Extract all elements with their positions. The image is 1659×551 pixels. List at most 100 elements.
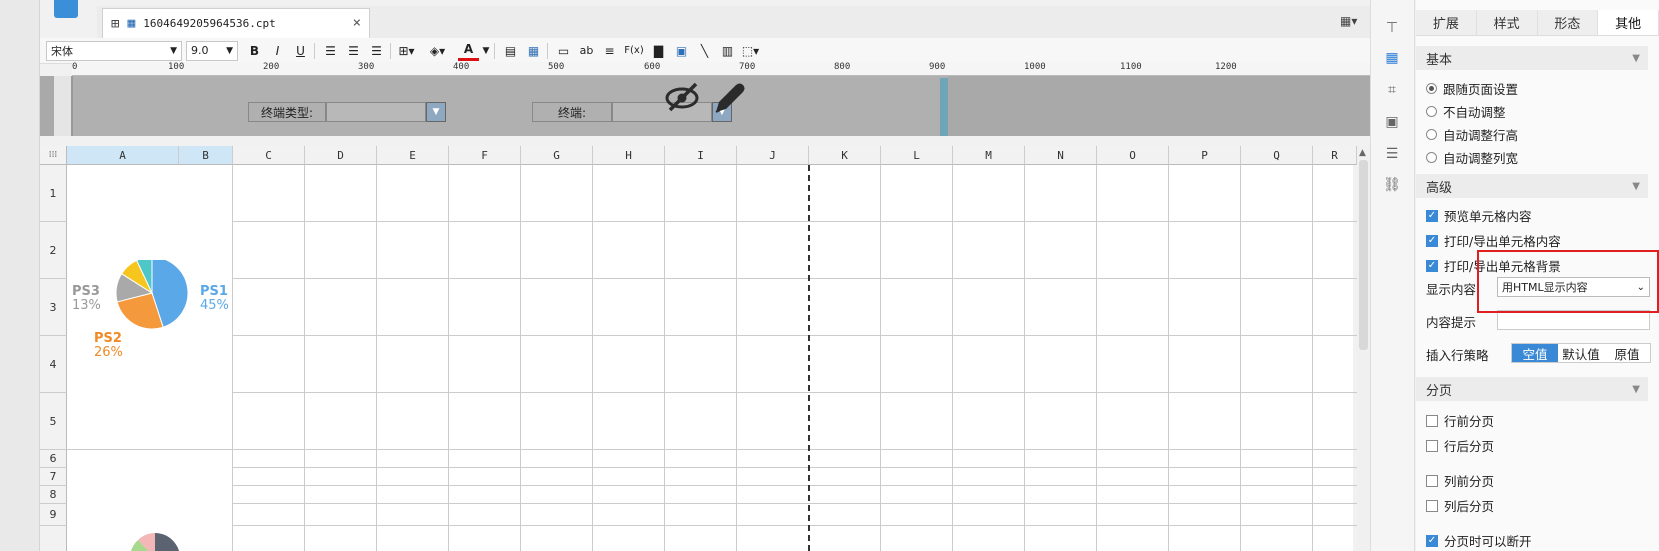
column-header[interactable]: R [1313,146,1357,165]
pie-chart-2[interactable] [110,530,200,551]
slash-icon[interactable]: ╲ [694,41,715,61]
row-header[interactable]: 5 [40,393,67,450]
select-all-corner[interactable]: ⁞⁞⁞ [40,146,67,165]
align-right-icon[interactable]: ☰ [366,41,387,61]
row-header[interactable]: 9 [40,504,67,526]
column-header[interactable]: M [953,146,1025,165]
row-header[interactable]: 3 [40,279,67,336]
column-header[interactable]: C [233,146,305,165]
radio-no-auto-adjust[interactable]: 不自动调整 [1426,102,1506,121]
policy-default-button[interactable]: 默认值 [1558,344,1604,362]
italic-button[interactable]: I [267,41,288,61]
widget-icon[interactable]: ⬚▾ [740,41,761,61]
column-header[interactable]: N [1025,146,1097,165]
merge-cells-icon[interactable]: ▤ [500,41,521,61]
row-header[interactable]: 1 [40,165,67,222]
checkbox-page-before-col[interactable]: 列前分页 [1426,471,1494,490]
column-header[interactable]: B [179,146,233,165]
bold-button[interactable]: B [244,41,265,61]
column-header[interactable]: K [809,146,881,165]
canvas-edge-handle[interactable] [940,78,948,136]
row-header[interactable] [40,526,67,551]
tab-style[interactable]: 样式 [1476,10,1538,35]
checkbox-page-after-col[interactable]: 列后分页 [1426,496,1494,515]
image-icon[interactable]: ▣ [671,41,692,61]
edit-pencil-icon[interactable] [710,80,748,121]
font-size-select[interactable]: 9.0 ▼ [186,40,238,61]
parameter-canvas[interactable] [72,76,948,136]
grid-view-icon[interactable]: ⊞ [111,16,119,32]
tab-form[interactable]: 形态 [1537,10,1599,35]
radio-auto-col-width[interactable]: 自动调整列宽 [1426,148,1518,167]
scroll-up-icon[interactable]: ▲ [1359,148,1366,158]
checkbox-page-after-row[interactable]: 行后分页 [1426,436,1494,455]
checkbox-page-before-row[interactable]: 行前分页 [1426,411,1494,430]
column-header[interactable]: J [737,146,809,165]
checkbox-print-content[interactable]: ✓ 打印/导出单元格内容 [1426,231,1561,250]
column-header[interactable]: I [665,146,737,165]
cell-grid[interactable] [40,146,1353,551]
scrollbar-thumb[interactable] [1359,160,1368,350]
formula-button[interactable]: F(x) [622,41,646,61]
left-strip [0,0,40,551]
document-tab[interactable]: ⊞ ▦ 1604649205964536.cpt × [102,8,370,38]
tab-other[interactable]: 其他 [1598,10,1659,35]
section-basic[interactable]: 基本 ▼ [1416,46,1648,70]
section-paging[interactable]: 分页 ▼ [1416,377,1648,401]
close-tab-icon[interactable]: × [353,15,361,31]
column-header[interactable]: E [377,146,449,165]
paragraph-icon[interactable]: ≡ [599,41,620,61]
align-center-icon[interactable]: ☰ [343,41,364,61]
row-header[interactable]: 4 [40,336,67,393]
radio-auto-row-height[interactable]: 自动调整行高 [1426,125,1518,144]
checkbox-allow-break[interactable]: ✓ 分页时可以断开 [1426,531,1532,550]
widget-settings-icon[interactable]: ▣ [1382,112,1402,132]
content-hint-input[interactable] [1497,310,1650,330]
text-color-button[interactable]: A [458,41,479,61]
pie-chart[interactable] [67,260,233,370]
column-header[interactable]: P [1169,146,1241,165]
table-icon[interactable]: ▦ [523,41,544,61]
policy-original-button[interactable]: 原值 [1604,344,1650,362]
row-header[interactable]: 7 [40,468,67,486]
chevron-down-icon[interactable]: ▼ [481,41,491,61]
column-header[interactable]: H [593,146,665,165]
column-header[interactable]: A [67,146,179,165]
row-header[interactable]: 2 [40,222,67,279]
cell-attributes-icon[interactable]: ▦ [1382,48,1402,68]
cell-element-icon[interactable]: ⊤ [1382,18,1402,38]
policy-null-button[interactable]: 空值 [1512,344,1558,362]
condition-icon[interactable]: ☰ [1382,144,1402,164]
align-left-icon[interactable]: ☰ [320,41,341,61]
underline-button[interactable]: U [290,41,311,61]
fill-color-icon[interactable]: ◈▾ [427,41,448,61]
hyperlink-icon[interactable]: ⛓ [1382,175,1402,195]
row-header[interactable]: 8 [40,486,67,504]
column-header[interactable]: F [449,146,521,165]
radio-follow-page[interactable]: 跟随页面设置 [1426,79,1518,98]
column-header[interactable]: G [521,146,593,165]
sub-report-icon[interactable]: ▥ [717,41,738,61]
tab-extend[interactable]: 扩展 [1416,10,1477,35]
tab-menu-icon[interactable]: ▦▾ [1340,14,1357,28]
column-header[interactable]: Q [1241,146,1313,165]
chevron-down-icon: ▼ [1632,52,1640,64]
text-field-icon[interactable]: ▭ [553,41,574,61]
app-logo-icon[interactable] [54,0,78,18]
column-header[interactable]: O [1097,146,1169,165]
terminal-type-field[interactable] [326,102,426,122]
crop-icon[interactable]: ⌗ [1382,80,1402,100]
column-header[interactable]: L [881,146,953,165]
checkbox-preview-content[interactable]: ✓ 预览单元格内容 [1426,206,1532,225]
section-title: 高级 [1426,180,1453,196]
column-header[interactable]: D [305,146,377,165]
terminal-type-dropdown[interactable]: ▼ [426,102,446,122]
bar-chart-icon[interactable]: ▇ [648,41,669,61]
font-family-select[interactable]: 宋体 ▼ [46,40,182,61]
pie-series-name: PS1 [200,284,228,299]
section-advanced[interactable]: 高级 ▼ [1416,174,1648,198]
row-header[interactable]: 6 [40,450,67,468]
ab-label-button[interactable]: ab [576,41,597,61]
border-icon[interactable]: ⊞▾ [396,41,417,61]
visibility-hidden-icon[interactable] [664,80,704,117]
